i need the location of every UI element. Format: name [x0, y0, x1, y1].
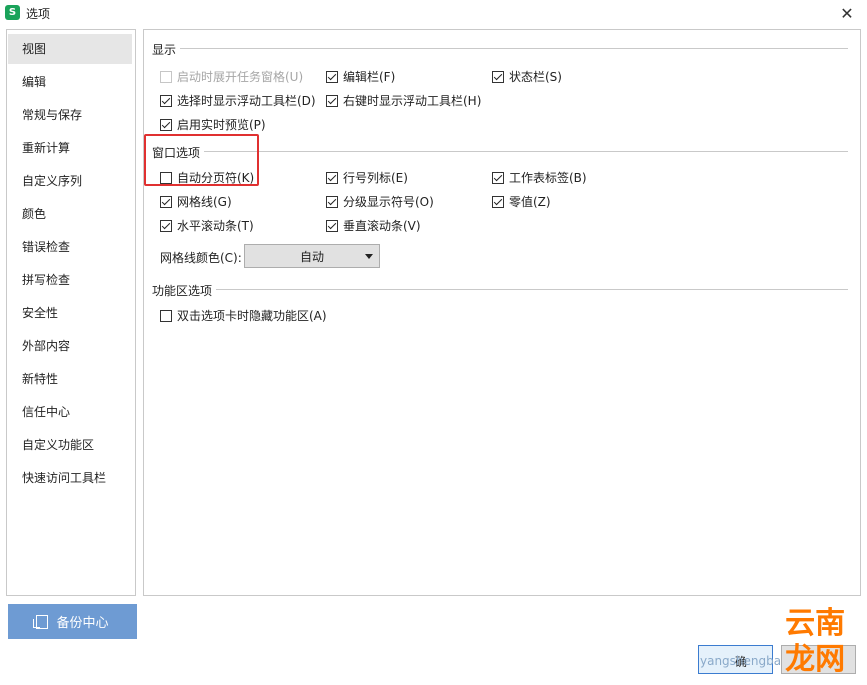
- sidebar-item-new-features[interactable]: 新特性: [8, 364, 132, 394]
- sidebar-item-customize-ribbon[interactable]: 自定义功能区: [8, 430, 132, 460]
- sidebar-item-error-checking[interactable]: 错误检查: [8, 232, 132, 262]
- annotation-highlight-box: [144, 134, 259, 186]
- title-bar: S 选项 ✕: [0, 0, 867, 26]
- checkbox-label: 编辑栏(F): [343, 70, 396, 84]
- gridline-color-label: 网格线颜色(C):: [160, 251, 242, 265]
- checkbox-box: [326, 171, 338, 184]
- checkbox-zero-values[interactable]: 零值(Z): [492, 193, 551, 210]
- options-panel: 显示 启动时展开任务窗格(U) 编辑栏(F) 状态栏(S) 选择时显示浮动工具栏…: [143, 29, 861, 596]
- watermark-logo-text: 云南龙网: [785, 606, 846, 677]
- checkbox-floating-toolbar-on-right-click[interactable]: 右键时显示浮动工具栏(H): [326, 92, 481, 109]
- watermark-small-text: yangshengba: [700, 654, 782, 668]
- gridline-color-select[interactable]: 自动: [244, 244, 380, 268]
- checkbox-label: 网格线(G): [177, 195, 232, 209]
- sidebar-item-edit[interactable]: 编辑: [8, 67, 132, 97]
- checkbox-label: 启动时展开任务窗格(U): [177, 70, 304, 84]
- watermark: yangshengba 云南龙网: [700, 606, 867, 678]
- sidebar-item-custom-lists[interactable]: 自定义序列: [8, 166, 132, 196]
- checkbox-live-preview[interactable]: 启用实时预览(P): [160, 116, 266, 133]
- checkbox-label: 水平滚动条(T): [177, 219, 254, 233]
- checkbox-box: [160, 70, 172, 83]
- checkbox-label: 垂直滚动条(V): [343, 219, 421, 233]
- checkbox-horizontal-scrollbar[interactable]: 水平滚动条(T): [160, 217, 254, 234]
- checkbox-box: [160, 94, 172, 107]
- sidebar-item-recalculate[interactable]: 重新计算: [8, 133, 132, 163]
- checkbox-label: 状态栏(S): [509, 70, 562, 84]
- checkbox-box: [326, 219, 338, 232]
- section-divider: [216, 289, 848, 290]
- sidebar-item-trust-center[interactable]: 信任中心: [8, 397, 132, 427]
- checkbox-vertical-scrollbar[interactable]: 垂直滚动条(V): [326, 217, 421, 234]
- sidebar-item-general-save[interactable]: 常规与保存: [8, 100, 132, 130]
- checkbox-label: 右键时显示浮动工具栏(H): [343, 94, 482, 108]
- checkbox-hide-ribbon-on-double-click[interactable]: 双击选项卡时隐藏功能区(A): [160, 307, 327, 324]
- gridline-color-value: 自动: [299, 249, 324, 264]
- sidebar-item-external-content[interactable]: 外部内容: [8, 331, 132, 361]
- checkbox-status-bar[interactable]: 状态栏(S): [492, 68, 562, 85]
- checkbox-label: 工作表标签(B): [509, 171, 587, 185]
- checkbox-outline-symbols[interactable]: 分级显示符号(O): [326, 193, 434, 210]
- checkbox-box: [326, 195, 338, 208]
- checkbox-label: 行号列标(E): [343, 171, 408, 185]
- sidebar-item-security[interactable]: 安全性: [8, 298, 132, 328]
- checkbox-box: [492, 195, 504, 208]
- sidebar-item-quick-access-toolbar[interactable]: 快速访问工具栏: [8, 463, 132, 493]
- checkbox-sheet-tabs[interactable]: 工作表标签(B): [492, 169, 587, 186]
- checkbox-gridlines[interactable]: 网格线(G): [160, 193, 232, 210]
- section-title-display: 显示: [152, 41, 181, 58]
- category-sidebar: 视图 编辑 常规与保存 重新计算 自定义序列 颜色 错误检查 拼写检查 安全性 …: [6, 29, 136, 596]
- checkbox-box: [492, 171, 504, 184]
- checkbox-floating-toolbar-on-select[interactable]: 选择时显示浮动工具栏(D): [160, 92, 316, 109]
- checkbox-box: [160, 195, 172, 208]
- window-title: 选项: [26, 7, 51, 21]
- checkbox-formula-bar[interactable]: 编辑栏(F): [326, 68, 395, 85]
- section-title-ribbon-options: 功能区选项: [152, 282, 217, 299]
- app-logo-icon: S: [5, 5, 20, 20]
- checkbox-box: [160, 219, 172, 232]
- checkbox-label: 分级显示符号(O): [343, 195, 434, 209]
- checkbox-box: [326, 94, 338, 107]
- checkbox-box: [492, 70, 504, 83]
- checkbox-label: 选择时显示浮动工具栏(D): [177, 94, 316, 108]
- backup-icon: [33, 614, 49, 629]
- section-divider: [204, 151, 848, 152]
- sidebar-item-spell-check[interactable]: 拼写检查: [8, 265, 132, 295]
- checkbox-box: [326, 70, 338, 83]
- checkbox-label: 双击选项卡时隐藏功能区(A): [177, 309, 327, 323]
- backup-center-label: 备份中心: [56, 616, 109, 631]
- backup-center-button[interactable]: 备份中心: [8, 604, 137, 639]
- checkbox-row-col-headers[interactable]: 行号列标(E): [326, 169, 408, 186]
- checkbox-box: [160, 309, 172, 322]
- section-divider: [180, 48, 848, 49]
- checkbox-label: 零值(Z): [509, 195, 551, 209]
- close-button[interactable]: ✕: [827, 0, 867, 26]
- sidebar-item-colors[interactable]: 颜色: [8, 199, 132, 229]
- checkbox-expand-task-pane: 启动时展开任务窗格(U): [160, 68, 303, 85]
- checkbox-label: 启用实时预览(P): [177, 118, 266, 132]
- checkbox-box: [160, 118, 172, 131]
- sidebar-item-view[interactable]: 视图: [8, 34, 132, 64]
- dropdown-arrow-icon: [365, 254, 373, 259]
